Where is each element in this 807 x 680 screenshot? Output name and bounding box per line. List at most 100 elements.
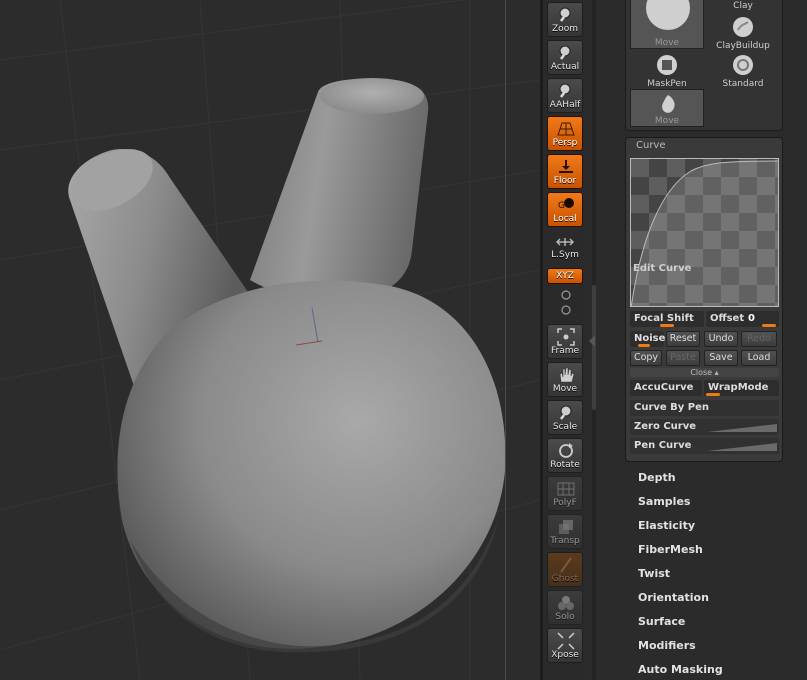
brush-maskpen[interactable]: MaskPen bbox=[630, 51, 704, 89]
move-label: Move bbox=[552, 384, 578, 394]
close-label: Close bbox=[690, 368, 713, 377]
reset-button[interactable]: Reset bbox=[666, 331, 700, 347]
close-bar[interactable]: Close ▴ bbox=[630, 368, 779, 377]
solo-spheres-icon bbox=[558, 596, 574, 610]
menu-auto-masking[interactable]: Auto Masking bbox=[638, 663, 723, 676]
palette-scroll-thumb[interactable] bbox=[592, 285, 596, 410]
brush-label: MaskPen bbox=[647, 79, 687, 89]
magnifier-icon bbox=[560, 405, 572, 420]
aahalf-button[interactable]: AAHalf bbox=[547, 78, 583, 113]
xyz-button[interactable]: XYZ bbox=[547, 268, 583, 284]
transparency-icon bbox=[559, 520, 573, 534]
persp-label: Persp bbox=[552, 138, 578, 148]
copy-button[interactable]: Copy bbox=[630, 350, 662, 366]
accucurve-button[interactable]: AccuCurve bbox=[630, 380, 702, 396]
curve-panel-title: Curve bbox=[636, 140, 666, 151]
xyz-label: XYZ bbox=[556, 271, 574, 281]
ghost-icon bbox=[560, 557, 572, 573]
magnifier-icon bbox=[559, 83, 571, 98]
solo-button[interactable]: Solo bbox=[547, 590, 583, 625]
falloff-curve bbox=[631, 160, 778, 306]
noise-handle[interactable] bbox=[638, 344, 650, 347]
curve-panel: Curve Edit Curve Focal Shift Offset 0 No… bbox=[625, 137, 783, 462]
scale-button[interactable]: Scale bbox=[547, 400, 583, 435]
local-button[interactable]: G Local bbox=[547, 192, 583, 227]
wrapmode-label: WrapMode bbox=[708, 382, 769, 393]
focal-shift-slider[interactable]: Focal Shift bbox=[630, 311, 704, 327]
xpose-button[interactable]: Xpose bbox=[547, 628, 583, 663]
brush-thumbnail bbox=[733, 17, 753, 37]
undo-button[interactable]: Undo bbox=[704, 331, 738, 347]
paste-button[interactable]: Paste bbox=[666, 350, 700, 366]
rotate-label: Rotate bbox=[550, 460, 580, 470]
brush-claybuildup[interactable]: ClayBuildup bbox=[706, 13, 780, 51]
menu-fibermesh[interactable]: FiberMesh bbox=[638, 543, 703, 556]
brush-label: Clay bbox=[733, 1, 753, 11]
magnifier-icon bbox=[559, 45, 571, 60]
zoom-label: Zoom bbox=[552, 24, 578, 34]
curve-by-pen-label: Curve By Pen bbox=[634, 402, 710, 413]
brush-standard[interactable]: Standard bbox=[706, 51, 780, 89]
wrapmode-handle[interactable] bbox=[706, 393, 720, 396]
floor-button[interactable]: Floor bbox=[547, 154, 583, 189]
accucurve-label: AccuCurve bbox=[634, 382, 694, 393]
menu-samples[interactable]: Samples bbox=[638, 495, 690, 508]
noise-label: Noise bbox=[634, 333, 666, 344]
local-label: Local bbox=[553, 214, 577, 224]
aahalf-label: AAHalf bbox=[549, 100, 581, 110]
floor-label: Floor bbox=[553, 176, 577, 186]
focal-shift-handle[interactable] bbox=[660, 324, 674, 327]
polyframe-icon bbox=[557, 482, 575, 496]
collapse-arrow-icon[interactable] bbox=[589, 335, 595, 347]
brush-label: Move bbox=[654, 116, 680, 126]
menu-elasticity[interactable]: Elasticity bbox=[638, 519, 695, 532]
frame-label: Frame bbox=[550, 346, 580, 356]
xpose-icon bbox=[557, 632, 575, 650]
actual-button[interactable]: Actual bbox=[547, 40, 583, 75]
magnifier-icon bbox=[559, 7, 571, 22]
zero-curve-button[interactable]: Zero Curve bbox=[630, 419, 779, 435]
lsym-label: L.Sym bbox=[551, 250, 579, 260]
symmetry-arrows-icon bbox=[556, 238, 574, 246]
menu-surface[interactable]: Surface bbox=[638, 615, 685, 628]
sculpt-mesh[interactable] bbox=[0, 0, 540, 680]
menu-modifiers[interactable]: Modifiers bbox=[638, 639, 696, 652]
polyf-button[interactable]: PolyF bbox=[547, 476, 583, 511]
rotation-axis-icon[interactable] bbox=[560, 287, 572, 317]
actual-label: Actual bbox=[550, 62, 580, 72]
brush-thumbnail bbox=[646, 0, 690, 30]
wrapmode-slider[interactable]: WrapMode bbox=[704, 380, 779, 396]
brush-thumbnail bbox=[657, 55, 677, 75]
rotate-button[interactable]: Rotate bbox=[547, 438, 583, 473]
noise-slider[interactable]: Noise bbox=[630, 331, 666, 347]
lsym-button[interactable]: L.Sym bbox=[547, 236, 583, 262]
hand-icon bbox=[559, 367, 575, 383]
menu-orientation[interactable]: Orientation bbox=[638, 591, 709, 604]
curve-editor[interactable]: Edit Curve bbox=[630, 158, 779, 307]
redo-button[interactable]: Redo bbox=[741, 331, 777, 347]
load-button[interactable]: Load bbox=[741, 350, 777, 366]
save-button[interactable]: Save bbox=[704, 350, 738, 366]
edit-curve-label: Edit Curve bbox=[633, 263, 692, 274]
move-button[interactable]: Move bbox=[547, 362, 583, 397]
solo-label: Solo bbox=[555, 612, 575, 622]
frame-button[interactable]: Frame bbox=[547, 324, 583, 359]
offset-slider[interactable]: Offset 0 bbox=[706, 311, 779, 327]
brush-move[interactable]: Move bbox=[630, 0, 704, 49]
brush-label: Move bbox=[654, 38, 680, 48]
floor-icon bbox=[559, 160, 573, 173]
persp-button[interactable]: Persp bbox=[547, 116, 583, 151]
zoom-button[interactable]: Zoom bbox=[547, 2, 583, 37]
canvas-viewport[interactable] bbox=[0, 0, 540, 680]
curve-by-pen-button[interactable]: Curve By Pen bbox=[630, 400, 779, 416]
pen-curve-button[interactable]: Pen Curve bbox=[630, 438, 779, 454]
brush-palette: Move Clay ClayBuildup MaskPen Standard M… bbox=[625, 0, 783, 131]
viewport-divider bbox=[505, 0, 506, 680]
ghost-button[interactable]: Ghost bbox=[547, 552, 583, 587]
brush-clay[interactable]: Clay bbox=[706, 0, 780, 11]
brush-move-2[interactable]: Move bbox=[630, 89, 704, 127]
menu-depth[interactable]: Depth bbox=[638, 471, 676, 484]
menu-twist[interactable]: Twist bbox=[638, 567, 670, 580]
offset-handle[interactable] bbox=[762, 324, 776, 327]
transp-button[interactable]: Transp bbox=[547, 514, 583, 549]
